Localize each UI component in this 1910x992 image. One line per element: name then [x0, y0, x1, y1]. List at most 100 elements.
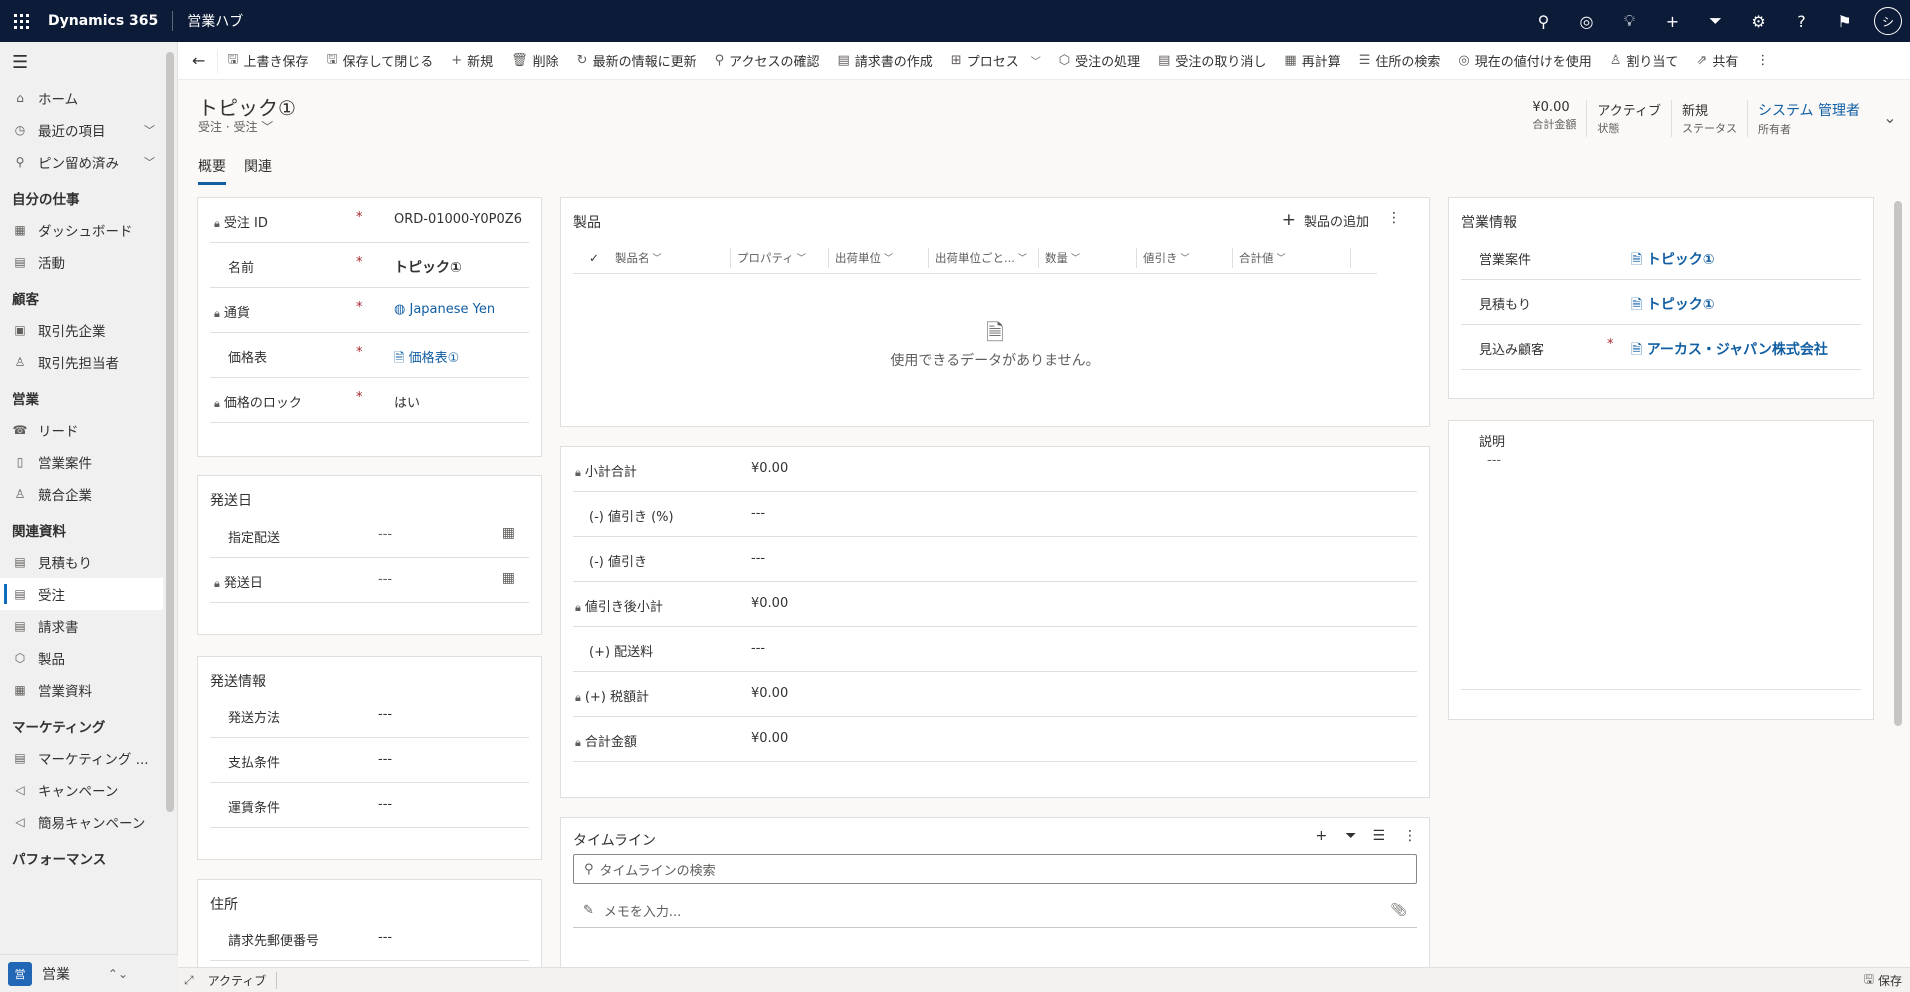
sidebar-item[interactable]: ▦ ダッシュボード	[0, 214, 177, 246]
brand-name[interactable]: Dynamics 365	[42, 11, 174, 31]
more-icon[interactable]: ⋮	[1403, 828, 1417, 844]
lightbulb-icon[interactable]: 💡︎	[1608, 0, 1651, 42]
command-button[interactable]: ⬡ 受注の処理	[1050, 42, 1149, 80]
command-button[interactable]: ☰ 住所の検索	[1350, 42, 1450, 80]
field-value[interactable]: ---	[378, 572, 392, 587]
command-button[interactable]: + 新規	[442, 42, 502, 80]
header-field[interactable]: システム 管理者 所有者	[1746, 100, 1870, 137]
grid-column-header[interactable]: 製品名 ﹀	[609, 247, 731, 268]
field-value[interactable]: ---	[378, 752, 392, 767]
field-value[interactable]: ---	[378, 797, 392, 812]
command-button[interactable]: ▦ 再計算	[1275, 42, 1349, 80]
more-icon[interactable]: ⋮	[1387, 210, 1401, 226]
search-icon[interactable]: ⚲	[1522, 0, 1565, 42]
command-button[interactable]: ↻ 最新の情報に更新	[568, 42, 706, 80]
field-value[interactable]: 🗎 価格表①	[394, 347, 459, 371]
back-arrow-icon[interactable]: ←	[178, 48, 219, 73]
filter-icon[interactable]: ⏷	[1694, 0, 1737, 42]
sidebar-item[interactable]: ◷ 最近の項目 ﹀	[0, 114, 177, 146]
avatar[interactable]: シ	[1874, 7, 1902, 35]
app-launcher-icon[interactable]	[0, 0, 42, 42]
grid-column-header[interactable]: 値引き ﹀	[1137, 247, 1233, 268]
field-value[interactable]: ¥0.00	[751, 731, 788, 746]
field-value[interactable]: トピック①	[394, 257, 462, 277]
grid-column-header[interactable]: 出荷単位 ﹀	[829, 247, 929, 268]
field-value[interactable]: 🗎 トピック①	[1631, 294, 1715, 318]
app-name[interactable]: 営業ハブ	[173, 11, 243, 31]
grid-column-header[interactable]: 合計値 ﹀	[1233, 247, 1351, 268]
tab-related[interactable]: 関連	[244, 156, 272, 185]
field-value[interactable]: ¥0.00	[751, 596, 788, 611]
sidebar-item[interactable]: ▤ 活動	[0, 246, 177, 278]
sidebar-item[interactable]: ◁ 簡易キャンペーン	[0, 806, 177, 838]
field-value[interactable]: ---	[751, 551, 765, 566]
grid-column-header[interactable]: 出荷単位ごと... ﹀	[929, 247, 1039, 268]
sidebar-item[interactable]: ♙ 競合企業	[0, 478, 177, 510]
sidebar-item[interactable]: ▤ 見積もり	[0, 546, 177, 578]
add-icon[interactable]: +	[1651, 0, 1694, 42]
field-value[interactable]: ---	[751, 641, 765, 656]
sort-icon[interactable]: ☰	[1372, 828, 1385, 844]
field-value[interactable]: ¥0.00	[751, 461, 788, 476]
filter-icon[interactable]: ⏷	[1345, 828, 1356, 844]
timeline-search-input[interactable]: ⚲ タイムラインの検索	[573, 854, 1417, 884]
chevron-down-icon[interactable]: ⌄	[1870, 100, 1910, 127]
field-value[interactable]: ---	[378, 527, 392, 542]
sidebar-item[interactable]: ♙ 取引先担当者	[0, 346, 177, 378]
command-button[interactable]: 🖫 上書き保存	[218, 42, 317, 80]
field-value[interactable]: 🗎 トピック①	[1631, 249, 1715, 273]
help-icon[interactable]: ?	[1780, 0, 1823, 42]
command-button[interactable]: ◎ 現在の値付けを使用	[1449, 42, 1600, 80]
sidebar-item[interactable]: ▣ 取引先企業	[0, 314, 177, 346]
calendar-icon[interactable]: ▦	[502, 570, 515, 586]
sidebar-item[interactable]: ◁ キャンペーン	[0, 774, 177, 806]
command-button[interactable]: ▤ 請求書の作成	[828, 42, 941, 80]
task-icon[interactable]: ◎	[1565, 0, 1608, 42]
tab-summary[interactable]: 概要	[198, 156, 226, 185]
command-button[interactable]: ⊞ プロセス ﹀	[942, 42, 1050, 80]
chevron-down-icon[interactable]: ﹀	[144, 122, 155, 138]
field-value[interactable]: ---	[378, 930, 392, 945]
grid-column-header[interactable]: プロパティ ﹀	[731, 247, 829, 268]
description-field[interactable]: ---	[1487, 453, 1501, 468]
save-status[interactable]: 🖫 保存	[1864, 970, 1902, 991]
main-scrollbar[interactable]	[1891, 197, 1905, 967]
sidebar-item[interactable]: ☎ リード	[0, 414, 177, 446]
field-value[interactable]: はい	[394, 392, 420, 411]
sidebar-item[interactable]: ▦ 営業資料	[0, 674, 177, 706]
field-value[interactable]: ---	[378, 707, 392, 722]
calendar-icon[interactable]: ▦	[502, 525, 515, 541]
settings-icon[interactable]: ⚙	[1737, 0, 1780, 42]
sidebar-item[interactable]: ⚲ ピン留め済み ﹀	[0, 146, 177, 178]
feedback-icon[interactable]: ⚑	[1823, 0, 1866, 42]
sidebar-scrollbar[interactable]	[163, 42, 177, 967]
add-product-button[interactable]: + 製品の追加	[1282, 210, 1369, 230]
area-switcher[interactable]: 営 営業 ⌃⌄	[0, 954, 178, 992]
attachment-icon[interactable]: 📎︎	[1390, 903, 1407, 918]
command-button[interactable]: ▤ 受注の取り消し	[1149, 42, 1275, 80]
sidebar-item[interactable]: ⌂ ホーム	[0, 82, 177, 114]
field-value[interactable]: 🗎 アーカス・ジャパン株式会社	[1631, 339, 1828, 363]
sidebar-item[interactable]: ▤ マーケティング ...	[0, 742, 177, 774]
command-button[interactable]: ⚲ アクセスの確認	[706, 42, 829, 80]
command-button[interactable]: 🗑 削除	[502, 42, 568, 80]
more-commands-icon[interactable]: ⋮	[1747, 42, 1778, 80]
sidebar-item[interactable]: ▤ 請求書	[0, 610, 177, 642]
field-value[interactable]: ¥0.00	[751, 686, 788, 701]
field-value[interactable]: ◍ Japanese Yen	[394, 302, 495, 317]
sidebar-item[interactable]: ⬡ 製品	[0, 642, 177, 674]
command-button[interactable]: ⇗ 共有	[1687, 42, 1747, 80]
chevron-down-icon[interactable]: ﹀	[144, 154, 155, 170]
command-button[interactable]: ♙ 割り当て	[1601, 42, 1688, 80]
add-icon[interactable]: +	[1316, 828, 1328, 844]
field-value[interactable]: ---	[751, 506, 765, 521]
grid-column-header[interactable]: 数量 ﹀	[1039, 247, 1137, 268]
field-value[interactable]: ORD-01000-Y0P0Z6	[394, 212, 522, 227]
header-field-value[interactable]: システム 管理者	[1758, 100, 1860, 120]
record-subtitle[interactable]: 受注 · 受注 ﹀	[198, 118, 273, 135]
sidebar-item[interactable]: ▯ 営業案件	[0, 446, 177, 478]
sidebar-item[interactable]: ▤ 受注	[0, 578, 177, 610]
select-all-checkbox[interactable]: ✓	[573, 248, 609, 268]
hamburger-menu-icon[interactable]: ☰	[0, 42, 177, 82]
expand-icon[interactable]: ⤢	[184, 973, 194, 988]
